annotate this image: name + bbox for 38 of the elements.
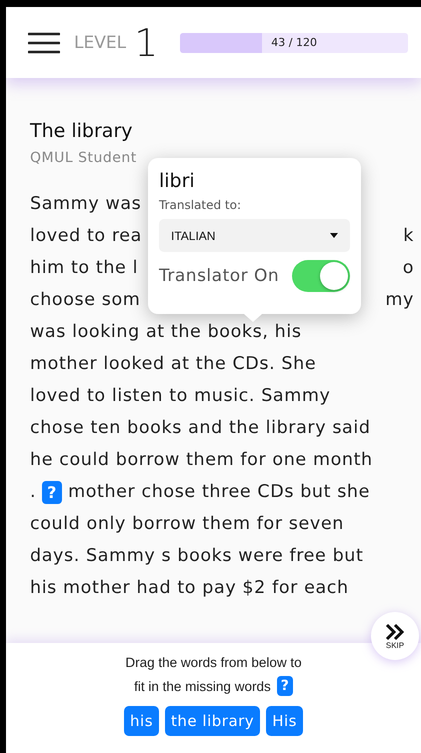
caret-icon — [330, 233, 338, 238]
instruction-text: Drag the words from below to — [125, 655, 302, 670]
instruction-text: fit in the missing words — [134, 678, 271, 694]
menu-icon[interactable] — [28, 32, 60, 54]
story-text: loved to rea — [30, 226, 142, 246]
story-text: loved to listen to music. Sammy — [30, 386, 330, 406]
translator-switch[interactable] — [292, 260, 350, 292]
story-text: days. Sammy s books were free but — [30, 546, 364, 566]
story-text: choose som — [30, 290, 140, 310]
story-text: Sammy was — [30, 194, 142, 214]
word-chip[interactable]: His — [266, 706, 303, 736]
language-select[interactable]: ITALIAN — [159, 219, 350, 252]
word-chip[interactable]: his — [124, 706, 160, 736]
translated-label: Translated to: — [159, 198, 242, 212]
double-chevron-icon — [384, 622, 406, 640]
blank-marker: ? — [276, 676, 293, 696]
story-text: mother looked at the CDs. She — [30, 354, 316, 374]
story-text: my — [385, 290, 414, 310]
story-title: The library — [30, 120, 134, 142]
blank-slot[interactable]: ? — [42, 480, 62, 504]
story-text: mother chose three CDs but she — [68, 482, 370, 502]
story-text: chose ten books and the library said — [30, 418, 371, 438]
story-text: k — [403, 226, 414, 246]
story-text: could only borrow them for seven — [30, 514, 344, 534]
story-text: he could borrow them for one month — [30, 450, 373, 470]
story-text: o — [402, 258, 414, 278]
story-subtitle: QMUL Student — [30, 150, 138, 166]
progress-text: 43 / 120 — [271, 36, 317, 49]
toggle-label: Translator On — [159, 266, 280, 286]
skip-button[interactable]: SKIP — [371, 612, 419, 660]
level-number: 1 — [134, 20, 158, 64]
translated-word: libri — [159, 170, 196, 192]
word-chip[interactable]: the library — [165, 706, 260, 736]
story-text: was looking at the books, his — [30, 322, 302, 342]
level-label: LEVEL — [74, 32, 126, 52]
story-text: him to the l — [30, 258, 138, 278]
story-text: . — [30, 482, 36, 502]
story-text: his mother had to pay $2 for each — [30, 578, 349, 598]
